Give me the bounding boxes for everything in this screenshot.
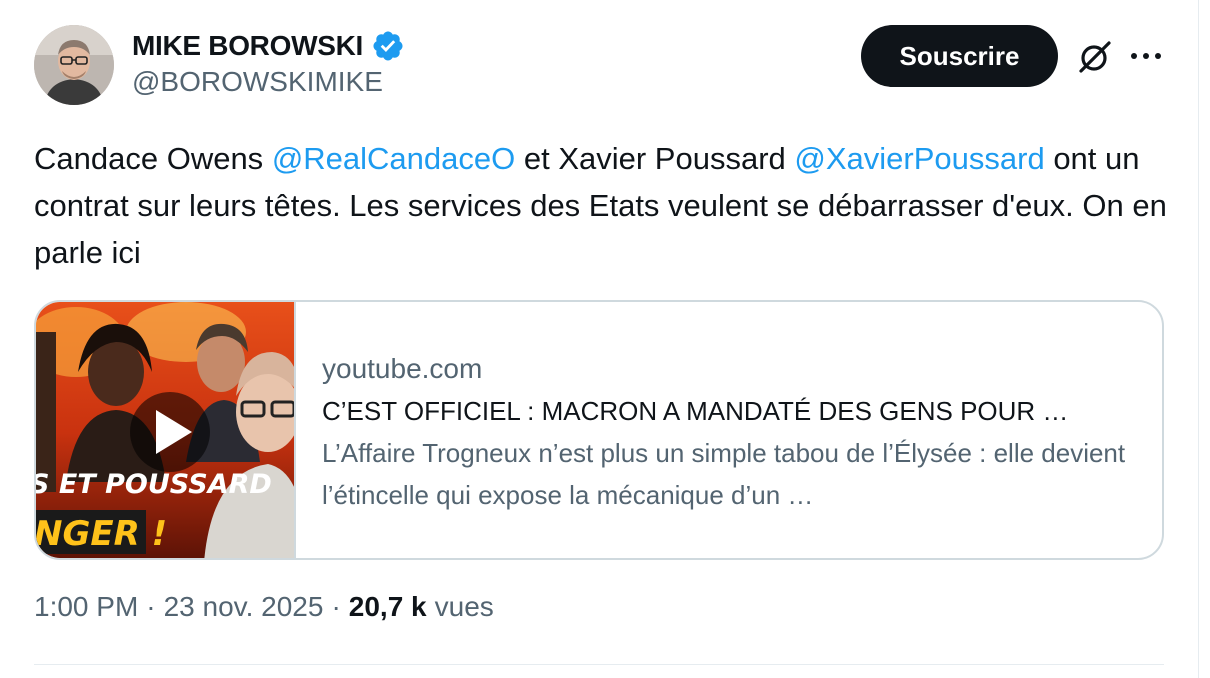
tweet-time[interactable]: 1:00 PM bbox=[34, 591, 138, 623]
grok-icon[interactable] bbox=[1076, 38, 1114, 76]
tweet-text-part: Candace Owens bbox=[34, 141, 272, 176]
tweet-date[interactable]: 23 nov. 2025 bbox=[164, 591, 324, 623]
thumbnail-image: S ET POUSSARD NGER ! bbox=[36, 302, 294, 558]
tweet: MIKE BOROWSKI @BOROWSKIMIKE Souscrire Ca… bbox=[0, 0, 1210, 678]
tweet-text-part: et Xavier Poussard bbox=[515, 141, 795, 176]
link-preview-card[interactable]: S ET POUSSARD NGER ! youtube.com C’EST O… bbox=[34, 300, 1164, 560]
avatar-image bbox=[34, 25, 114, 105]
meta-separator: · bbox=[146, 591, 156, 622]
views-label: vues bbox=[434, 591, 494, 622]
column-border bbox=[1198, 0, 1199, 678]
mention-xavierpoussard-link[interactable]: @XavierPoussard bbox=[794, 141, 1044, 176]
thumbnail-text-line-1: S ET POUSSARD bbox=[36, 469, 272, 500]
avatar[interactable] bbox=[34, 25, 114, 105]
video-thumbnail[interactable]: S ET POUSSARD NGER ! bbox=[36, 302, 296, 558]
card-domain: youtube.com bbox=[322, 353, 483, 384]
tweet-meta: 1:00 PM · 23 nov. 2025 · 20,7 k vues bbox=[34, 591, 494, 623]
divider bbox=[34, 664, 1164, 665]
tweet-text: Candace Owens @RealCandaceO et Xavier Po… bbox=[34, 135, 1174, 276]
card-description: L’Affaire Trogneux n’est plus un simple … bbox=[322, 438, 1126, 510]
more-horizontal-icon[interactable] bbox=[1129, 50, 1163, 62]
verified-badge-icon bbox=[373, 31, 403, 61]
author-handle[interactable]: @BOROWSKIMIKE bbox=[132, 66, 383, 98]
card-title: C’EST OFFICIEL : MACRON A MANDATÉ DES GE… bbox=[322, 396, 1069, 426]
author-display-name[interactable]: MIKE BOROWSKI bbox=[132, 30, 363, 62]
thumbnail-text-line-2: NGER ! bbox=[36, 514, 167, 554]
author-name-row: MIKE BOROWSKI bbox=[132, 27, 405, 65]
subscribe-button[interactable]: Souscrire bbox=[861, 25, 1058, 87]
card-body: youtube.com C’EST OFFICIEL : MACRON A MA… bbox=[322, 348, 1152, 516]
views-count[interactable]: 20,7 k bbox=[349, 591, 427, 623]
meta-separator: · bbox=[331, 591, 341, 622]
mention-realcandaceo-link[interactable]: @RealCandaceO bbox=[272, 141, 515, 176]
